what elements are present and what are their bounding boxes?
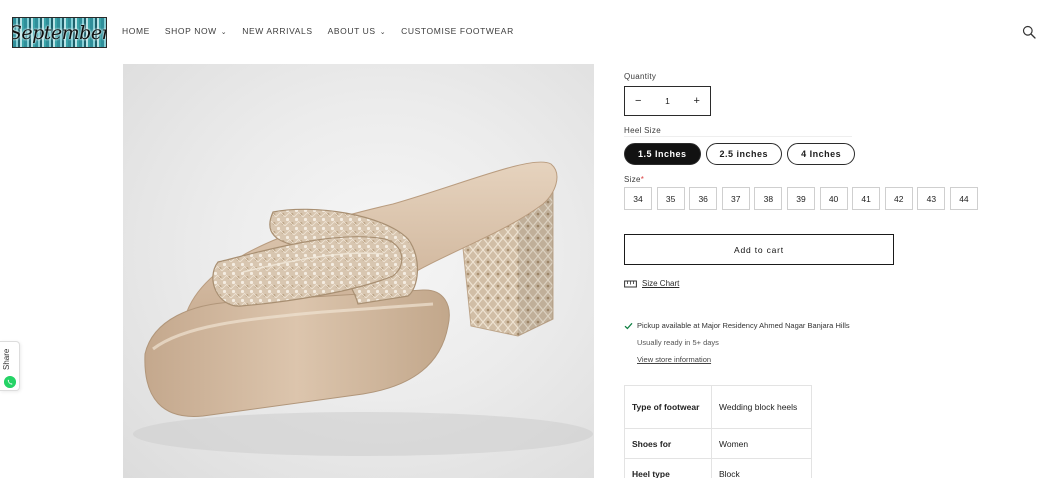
nav-label: ABOUT US: [327, 26, 376, 36]
size-option[interactable]: 41: [852, 187, 881, 210]
share-tab[interactable]: Share: [0, 341, 20, 391]
spec-key: Type of footwear: [624, 385, 712, 429]
size-label-text: Size: [624, 175, 641, 184]
spec-key: Shoes for: [624, 428, 712, 459]
logo-text: September: [12, 21, 107, 44]
quantity-label: Quantity: [624, 72, 657, 81]
chevron-down-icon: ⌄: [220, 29, 228, 36]
heel-size-options: 1.5 Inches 2.5 inches 4 Inches: [624, 143, 856, 165]
size-option[interactable]: 38: [754, 187, 783, 210]
spec-value: Wedding block heels: [711, 385, 812, 429]
check-icon: [624, 322, 633, 329]
pickup-text: Pickup available at Major Residency Ahme…: [637, 321, 850, 330]
product-specs-table: Type of footwear Wedding block heels Sho…: [624, 385, 812, 478]
quantity-stepper: − 1 +: [624, 86, 711, 116]
share-label: Share: [2, 348, 11, 370]
heel-option-4[interactable]: 4 Inches: [787, 143, 856, 165]
size-option[interactable]: 40: [819, 187, 848, 210]
required-mark: *: [640, 175, 645, 184]
heel-size-label: Heel Size: [624, 126, 661, 135]
size-option[interactable]: 36: [689, 187, 718, 210]
size-option[interactable]: 44: [949, 187, 978, 210]
main-nav: HOME SHOP NOW ⌄ NEW ARRIVALS ABOUT US ⌄ CU…: [122, 26, 529, 36]
pickup-availability: Pickup available at Major Residency Ahme…: [624, 321, 850, 330]
size-chart-link[interactable]: Size Chart: [624, 279, 679, 288]
size-option[interactable]: 34: [624, 187, 652, 210]
nav-item-home[interactable]: HOME: [122, 26, 150, 36]
quantity-value[interactable]: 1: [665, 96, 670, 106]
size-option[interactable]: 43: [917, 187, 946, 210]
size-options: 34 35 36 37 38 39 40 41 42 43 44: [624, 187, 978, 210]
table-row: Heel type Block: [624, 458, 812, 478]
heel-option-1-5[interactable]: 1.5 Inches: [624, 143, 701, 165]
nav-label: HOME: [122, 26, 150, 36]
chevron-down-icon: ⌄: [379, 29, 387, 36]
heel-option-2-5[interactable]: 2.5 inches: [705, 143, 783, 165]
product-image[interactable]: [123, 64, 594, 478]
size-label: Size*: [624, 175, 644, 184]
nav-label: CUSTOMISE FOOTWEAR: [401, 26, 514, 36]
add-to-cart-button[interactable]: Add to cart: [624, 234, 894, 265]
pickup-ready-time: Usually ready in 5+ days: [637, 338, 719, 347]
table-row: Shoes for Women: [624, 428, 812, 459]
size-chart-label: Size Chart: [642, 279, 680, 288]
spec-value: Women: [711, 428, 812, 459]
nav-label: SHOP NOW: [164, 26, 217, 36]
size-option[interactable]: 42: [884, 187, 913, 210]
nav-item-customise-footwear[interactable]: CUSTOMISE FOOTWEAR: [401, 26, 514, 36]
sandal-illustration: [133, 161, 593, 456]
brand-logo[interactable]: September: [12, 17, 107, 48]
increase-quantity-button[interactable]: +: [694, 95, 700, 107]
product-info: Quantity − 1 + Heel Size 1.5 Inches 2.5 …: [624, 0, 1044, 478]
whatsapp-icon: [4, 376, 16, 388]
spec-value: Block: [711, 458, 812, 478]
table-row: Type of footwear Wedding block heels: [624, 385, 812, 429]
nav-item-new-arrivals[interactable]: NEW ARRIVALS: [242, 26, 312, 36]
nav-label: NEW ARRIVALS: [242, 26, 313, 36]
spec-key: Heel type: [624, 458, 712, 478]
size-option[interactable]: 37: [721, 187, 750, 210]
view-store-information-link[interactable]: View store information: [637, 355, 711, 364]
decrease-quantity-button[interactable]: −: [635, 95, 641, 107]
ruler-icon: [624, 280, 637, 287]
size-option[interactable]: 35: [656, 187, 685, 210]
nav-item-shop-now[interactable]: SHOP NOW ⌄: [165, 26, 227, 36]
divider: [624, 136, 852, 137]
size-option[interactable]: 39: [786, 187, 815, 210]
nav-item-about-us[interactable]: ABOUT US ⌄: [328, 26, 387, 36]
